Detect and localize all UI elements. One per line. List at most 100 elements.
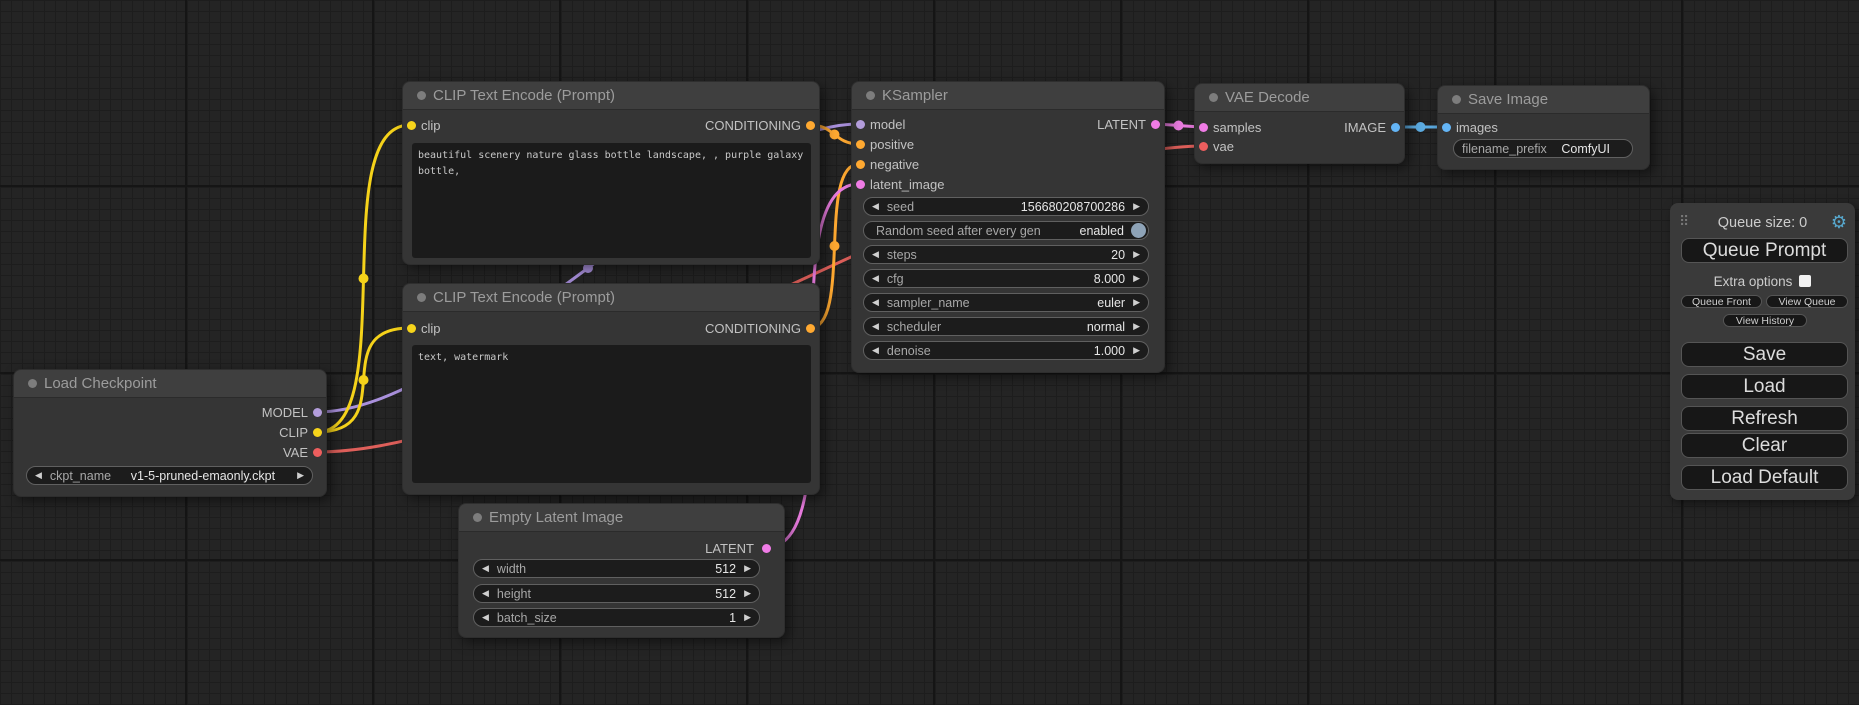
slot-dot-latent[interactable]	[762, 544, 771, 553]
prompt-textarea[interactable]: text, watermark	[412, 345, 811, 483]
arrow-right-icon[interactable]: ▶	[736, 609, 759, 626]
node-clip-text-encode-negative[interactable]: CLIP Text Encode (Prompt) clip CONDITION…	[402, 283, 820, 495]
arrow-left-icon[interactable]: ◀	[864, 270, 887, 287]
slot-dot-image[interactable]	[1391, 123, 1400, 132]
input-slot-images[interactable]: images	[1438, 119, 1649, 137]
arrow-left-icon[interactable]: ◀	[474, 585, 497, 602]
output-slot-model[interactable]: MODEL	[14, 404, 326, 422]
toggle-circle-icon[interactable]	[1131, 223, 1146, 238]
node-collapse-dot[interactable]	[417, 91, 426, 100]
slot-dot-conditioning[interactable]	[806, 324, 815, 333]
node-collapse-dot[interactable]	[473, 513, 482, 522]
node-vae-decode[interactable]: VAE Decode samples vae IMAGE	[1194, 83, 1405, 164]
link-dot-image	[1416, 122, 1426, 132]
arrow-right-icon[interactable]: ▶	[1125, 198, 1148, 215]
refresh-button[interactable]: Refresh	[1681, 406, 1848, 431]
prompt-textarea[interactable]: beautiful scenery nature glass bottle la…	[412, 143, 811, 258]
node-collapse-dot[interactable]	[417, 293, 426, 302]
widget-denoise[interactable]: ◀ denoise 1.000 ▶	[863, 341, 1149, 360]
slot-dot-latent[interactable]	[1151, 120, 1160, 129]
widget-seed[interactable]: ◀ seed 156680208700286 ▶	[863, 197, 1149, 216]
output-slot-latent[interactable]: LATENT	[852, 116, 1164, 134]
output-slot-conditioning[interactable]: CONDITIONING	[403, 117, 819, 135]
widget-ckpt-name[interactable]: ◀ ckpt_name v1-5-pruned-emaonly.ckpt ▶	[26, 466, 313, 485]
output-slot-image[interactable]: IMAGE	[1195, 119, 1404, 137]
slot-dot-images[interactable]	[1442, 123, 1451, 132]
slot-dot-clip[interactable]	[313, 428, 322, 437]
slot-dot-positive[interactable]	[856, 140, 865, 149]
output-slot-vae[interactable]: VAE	[14, 444, 326, 462]
node-title-bar[interactable]: KSampler	[852, 82, 1164, 110]
widget-cfg[interactable]: ◀ cfg 8.000 ▶	[863, 269, 1149, 288]
widget-random-seed-toggle[interactable]: Random seed after every gen enabled	[863, 221, 1149, 240]
widget-filename-prefix[interactable]: filename_prefix ComfyUI	[1453, 139, 1633, 158]
node-title-bar[interactable]: VAE Decode	[1195, 84, 1404, 112]
node-graph-canvas[interactable]: Load Checkpoint MODEL CLIP VAE ◀ ckpt_na…	[0, 0, 1859, 705]
extra-options-checkbox[interactable]	[1799, 275, 1811, 287]
arrow-left-icon[interactable]: ◀	[474, 560, 497, 577]
arrow-right-icon[interactable]: ▶	[1125, 318, 1148, 335]
widget-batch-size[interactable]: ◀ batch_size 1 ▶	[473, 608, 760, 627]
comfy-menu-panel[interactable]: ⠿ Queue size: 0 ⚙ Queue Prompt Extra opt…	[1670, 203, 1855, 500]
arrow-right-icon[interactable]: ▶	[1125, 294, 1148, 311]
node-load-checkpoint[interactable]: Load Checkpoint MODEL CLIP VAE ◀ ckpt_na…	[13, 369, 327, 497]
clear-button[interactable]: Clear	[1681, 433, 1848, 458]
arrow-right-icon[interactable]: ▶	[1125, 270, 1148, 287]
node-title-bar[interactable]: Save Image	[1438, 86, 1649, 114]
arrow-right-icon[interactable]: ▶	[1125, 342, 1148, 359]
arrow-right-icon[interactable]: ▶	[289, 467, 312, 484]
widget-sampler-name[interactable]: ◀ sampler_name euler ▶	[863, 293, 1149, 312]
output-slot-conditioning[interactable]: CONDITIONING	[403, 320, 819, 338]
node-title-bar[interactable]: CLIP Text Encode (Prompt)	[403, 82, 819, 110]
gear-icon[interactable]: ⚙	[1831, 212, 1847, 234]
input-slot-positive[interactable]: positive	[852, 136, 1164, 154]
node-title-bar[interactable]: Load Checkpoint	[14, 370, 326, 398]
node-title: Empty Latent Image	[489, 509, 623, 526]
node-empty-latent-image[interactable]: Empty Latent Image LATENT ◀ width 512 ▶ …	[458, 503, 785, 638]
slot-dot-vae[interactable]	[1199, 142, 1208, 151]
output-slot-clip[interactable]: CLIP	[14, 424, 326, 442]
node-title-bar[interactable]: Empty Latent Image	[459, 504, 784, 532]
view-history-button[interactable]: View History	[1723, 314, 1807, 327]
widget-width[interactable]: ◀ width 512 ▶	[473, 559, 760, 578]
node-collapse-dot[interactable]	[866, 91, 875, 100]
arrow-left-icon[interactable]: ◀	[474, 609, 497, 626]
arrow-right-icon[interactable]: ▶	[1125, 246, 1148, 263]
slot-dot-model[interactable]	[313, 408, 322, 417]
arrow-left-icon[interactable]: ◀	[864, 342, 887, 359]
link-dot-cond2	[830, 241, 840, 251]
output-slot-latent[interactable]: LATENT	[459, 540, 784, 558]
arrow-left-icon[interactable]: ◀	[864, 198, 887, 215]
node-save-image[interactable]: Save Image images filename_prefix ComfyU…	[1437, 85, 1650, 170]
node-collapse-dot[interactable]	[28, 379, 37, 388]
load-default-button[interactable]: Load Default	[1681, 465, 1848, 490]
input-slot-vae[interactable]: vae	[1195, 138, 1404, 156]
arrow-right-icon[interactable]: ▶	[736, 560, 759, 577]
slot-dot-conditioning[interactable]	[806, 121, 815, 130]
load-button[interactable]: Load	[1681, 374, 1848, 399]
arrow-right-icon[interactable]: ▶	[736, 585, 759, 602]
arrow-left-icon[interactable]: ◀	[27, 467, 50, 484]
slot-dot-negative[interactable]	[856, 160, 865, 169]
node-collapse-dot[interactable]	[1452, 95, 1461, 104]
node-clip-text-encode-positive[interactable]: CLIP Text Encode (Prompt) clip CONDITION…	[402, 81, 820, 265]
arrow-left-icon[interactable]: ◀	[864, 246, 887, 263]
node-title-bar[interactable]: CLIP Text Encode (Prompt)	[403, 284, 819, 312]
node-ksampler[interactable]: KSampler model positive negative latent_…	[851, 81, 1165, 373]
widget-height[interactable]: ◀ height 512 ▶	[473, 584, 760, 603]
input-slot-negative[interactable]: negative	[852, 156, 1164, 174]
slot-dot-vae[interactable]	[313, 448, 322, 457]
queue-prompt-button[interactable]: Queue Prompt	[1681, 238, 1848, 263]
save-button[interactable]: Save	[1681, 342, 1848, 367]
arrow-left-icon[interactable]: ◀	[864, 294, 887, 311]
widget-label: ckpt_name	[50, 469, 111, 483]
queue-front-button[interactable]: Queue Front	[1681, 295, 1762, 308]
input-slot-latent-image[interactable]: latent_image	[852, 176, 1164, 194]
widget-steps[interactable]: ◀ steps 20 ▶	[863, 245, 1149, 264]
arrow-left-icon[interactable]: ◀	[864, 318, 887, 335]
widget-scheduler[interactable]: ◀ scheduler normal ▶	[863, 317, 1149, 336]
view-queue-button[interactable]: View Queue	[1766, 295, 1848, 308]
node-collapse-dot[interactable]	[1209, 93, 1218, 102]
slot-dot-latent-image[interactable]	[856, 180, 865, 189]
link-dot-latent2	[1174, 121, 1184, 131]
